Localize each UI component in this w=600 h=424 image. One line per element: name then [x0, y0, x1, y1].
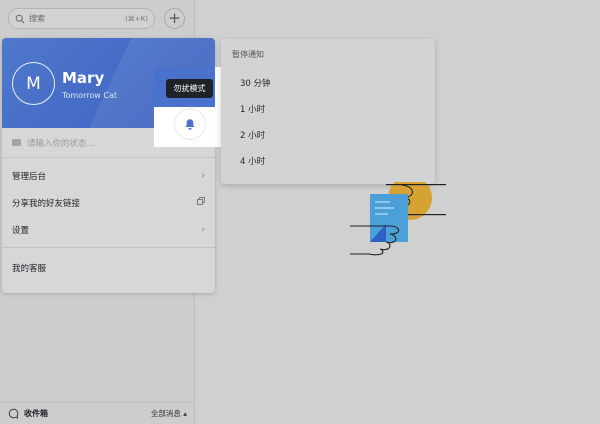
pause-menu-title: 暂停通知	[232, 50, 264, 59]
illus-clip-top	[386, 184, 446, 186]
chevron-right-icon: ›	[201, 224, 205, 235]
dnd-bell-button[interactable]	[175, 109, 205, 139]
avatar[interactable]: M	[12, 62, 55, 105]
menu-item-admin[interactable]: 管理后台 ›	[2, 162, 215, 189]
profile-name: Mary	[62, 69, 105, 87]
menu-item-settings[interactable]: 设置 ›	[2, 216, 215, 243]
pause-option-4h[interactable]: 4 小时	[221, 148, 435, 174]
empty-state-illustration	[350, 182, 446, 256]
status-placeholder: 请输入你的状态...	[27, 138, 95, 149]
bell-icon	[185, 118, 195, 130]
dnd-tooltip: 勿扰模式	[166, 79, 213, 98]
chat-bubble-icon	[8, 408, 19, 419]
profile-org: Tomorrow Cat	[62, 91, 117, 100]
copy-icon	[197, 197, 205, 208]
illus-note	[370, 194, 408, 242]
inbox-label[interactable]: 收件箱	[24, 408, 48, 419]
pause-notifications-menu: 暂停通知 30 分钟 1 小时 2 小时 4 小时	[221, 39, 435, 184]
pause-option-2h[interactable]: 2 小时	[221, 122, 435, 148]
search-placeholder: 搜索	[29, 14, 45, 23]
menu-item-label: 管理后台	[12, 171, 47, 182]
pause-option-30min[interactable]: 30 分钟	[221, 70, 435, 96]
pause-option-1h[interactable]: 1 小时	[221, 96, 435, 122]
menu-item-label: 我的客服	[12, 263, 47, 274]
menu-item-share-link[interactable]: 分享我的好友链接	[2, 189, 215, 216]
menu-item-label: 设置	[12, 225, 30, 236]
message-filter-dropdown[interactable]: 全部消息 ▴	[151, 408, 187, 419]
search-input[interactable]: 搜索 (⌘+K)	[8, 8, 155, 29]
sidebar-footer: 收件箱 全部消息 ▴	[0, 402, 195, 424]
chevron-right-icon: ›	[201, 170, 205, 181]
menu-item-support[interactable]: 我的客服	[2, 254, 215, 281]
search-icon	[15, 14, 25, 23]
profile-menu: 管理后台 › 分享我的好友链接 设置 › 我的客服	[2, 158, 215, 281]
search-shortcut: (⌘+K)	[125, 14, 148, 23]
menu-item-label: 分享我的好友链接	[12, 198, 81, 209]
menu-divider	[2, 247, 215, 248]
add-button[interactable]: +	[164, 8, 185, 29]
plus-icon: +	[168, 9, 181, 27]
status-icon	[12, 139, 21, 146]
